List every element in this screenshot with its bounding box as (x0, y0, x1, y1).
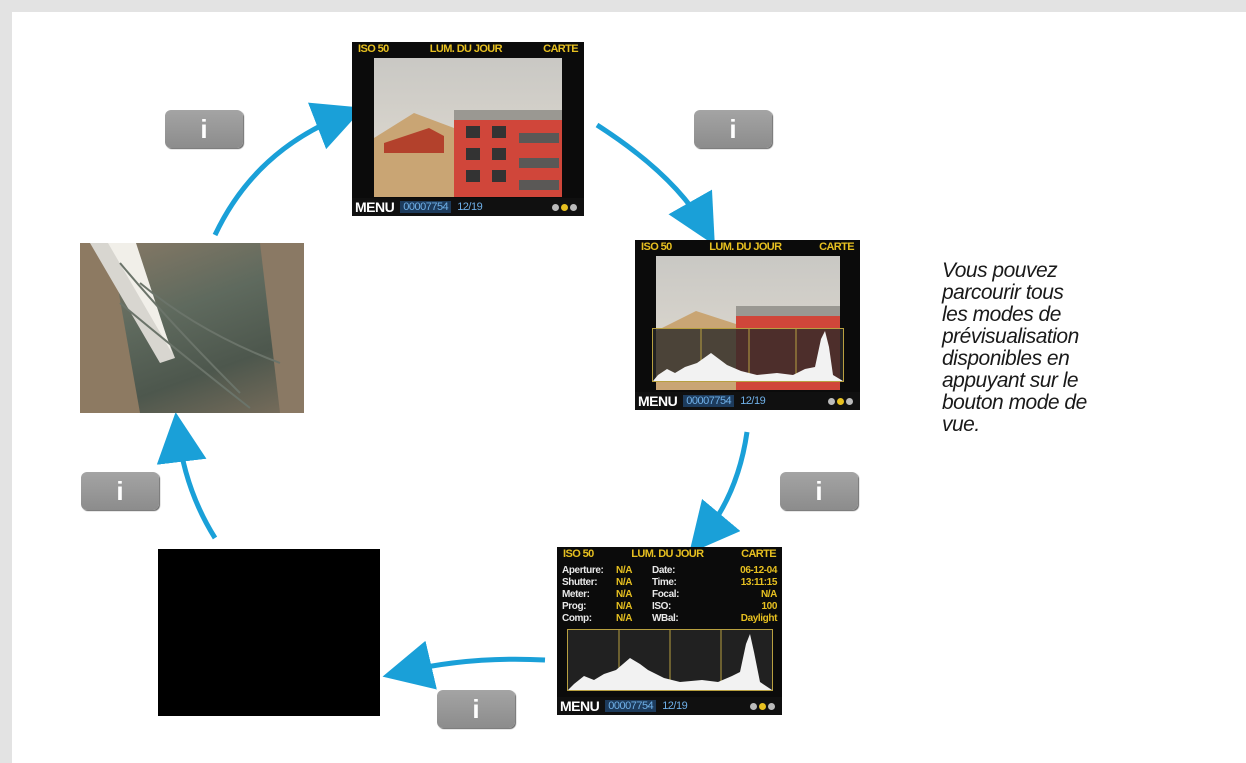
display-off-screen (158, 549, 380, 716)
exif-row: Shutter: N/A Time: 13:11:15 (562, 576, 777, 588)
iso-label: ISO 50 (563, 548, 594, 560)
exif-value: N/A (616, 588, 633, 600)
exif-value: N/A (760, 588, 777, 600)
battery-icon (552, 203, 577, 211)
white-balance-label: LUM. DU JOUR (631, 548, 704, 560)
exif-key: WBal: (652, 612, 679, 624)
iso-label: ISO 50 (358, 43, 389, 55)
arrow-right-to-bottom (689, 431, 750, 554)
arrow-bottom-to-black (382, 640, 546, 690)
media-label: CARTE (741, 548, 776, 560)
exif-value: N/A (616, 576, 633, 588)
exif-key: ISO: (652, 600, 671, 612)
exif-key: Aperture: (562, 564, 604, 576)
exif-value: Daylight (740, 612, 778, 624)
exif-info-table: Aperture: N/A Date: 06-12-04 Shutter: N/… (562, 564, 777, 624)
media-label: CARTE (543, 43, 578, 55)
exif-value: 06-12-04 (740, 564, 777, 576)
iso-label: ISO 50 (641, 241, 672, 253)
screen-status-bar: ISO 50 LUM. DU JOUR CARTE (635, 240, 860, 254)
exif-key: Date: (652, 564, 676, 576)
description-line: prévisualisation (942, 325, 1079, 348)
info-button[interactable]: i (694, 110, 772, 148)
arrow-black-to-left (156, 412, 218, 540)
image-count: 12/19 (740, 395, 766, 407)
exif-key: Shutter: (562, 576, 598, 588)
screen-info-bar: MENU 00007754 12/19 (352, 198, 584, 216)
preview-screen-histogram: ISO 50 LUM. DU JOUR CARTE MENU 00007754 … (635, 240, 860, 410)
menu-label: MENU (638, 393, 678, 409)
file-id: 00007754 (605, 700, 657, 712)
exif-row: Meter: N/A Focal: N/A (562, 588, 777, 600)
screen-info-bar: MENU 00007754 12/19 (635, 392, 860, 410)
file-id: 00007754 (400, 201, 452, 213)
histogram-panel (567, 629, 773, 691)
exif-key: Prog: (562, 600, 587, 612)
screen-status-bar: ISO 50 LUM. DU JOUR CARTE (352, 42, 584, 56)
preview-screen-info: ISO 50 LUM. DU JOUR CARTE Aperture: N/A … (557, 547, 782, 715)
white-balance-label: LUM. DU JOUR (429, 43, 503, 55)
exif-key: Comp: (562, 612, 592, 624)
description-line: parcourir tous (942, 281, 1064, 304)
battery-icon (828, 397, 853, 405)
exif-key: Meter: (562, 588, 590, 600)
info-button[interactable]: i (81, 472, 159, 510)
info-button[interactable]: i (437, 690, 515, 728)
battery-icon (750, 702, 775, 710)
description-line: appuyant sur le (942, 369, 1079, 392)
exif-value: 100 (761, 600, 778, 612)
exif-key: Time: (652, 576, 677, 588)
exif-row: Prog: N/A ISO: 100 (562, 600, 777, 612)
screen-status-bar: ISO 50 LUM. DU JOUR CARTE (557, 547, 782, 561)
menu-label: MENU (355, 199, 395, 215)
histogram-panel (652, 328, 844, 382)
info-button[interactable]: i (780, 472, 858, 510)
exif-value: N/A (616, 612, 633, 624)
screen-info-bar: MENU 00007754 12/19 (557, 697, 782, 715)
info-button[interactable]: i (165, 110, 243, 148)
preview-screen-simple: ISO 50 LUM. DU JOUR CARTE MENU 00007754 … (352, 42, 584, 216)
exif-value: N/A (616, 600, 633, 612)
arrow-top-to-right (595, 122, 715, 246)
description-text: Vous pouvez parcourir tous les modes de … (942, 260, 1112, 436)
description-line: Vous pouvez (942, 259, 1058, 282)
description-line: bouton mode de (942, 391, 1087, 414)
menu-label: MENU (560, 698, 600, 714)
exif-key: Focal: (652, 588, 680, 600)
description-line: les modes de (942, 303, 1061, 326)
image-count: 12/19 (457, 201, 483, 213)
description-line: disponibles en (942, 347, 1070, 370)
white-balance-label: LUM. DU JOUR (709, 241, 782, 253)
image-count: 12/19 (662, 700, 688, 712)
file-id: 00007754 (683, 395, 735, 407)
exif-value: N/A (616, 564, 633, 576)
exif-row: Aperture: N/A Date: 06-12-04 (562, 564, 777, 576)
description-line: vue. (942, 413, 980, 436)
exif-row: Comp: N/A WBal: Daylight (562, 612, 777, 624)
building-photo (374, 58, 562, 197)
exif-value: 13:11:15 (740, 576, 778, 588)
sailboat-photo (80, 243, 304, 413)
media-label: CARTE (819, 241, 854, 253)
